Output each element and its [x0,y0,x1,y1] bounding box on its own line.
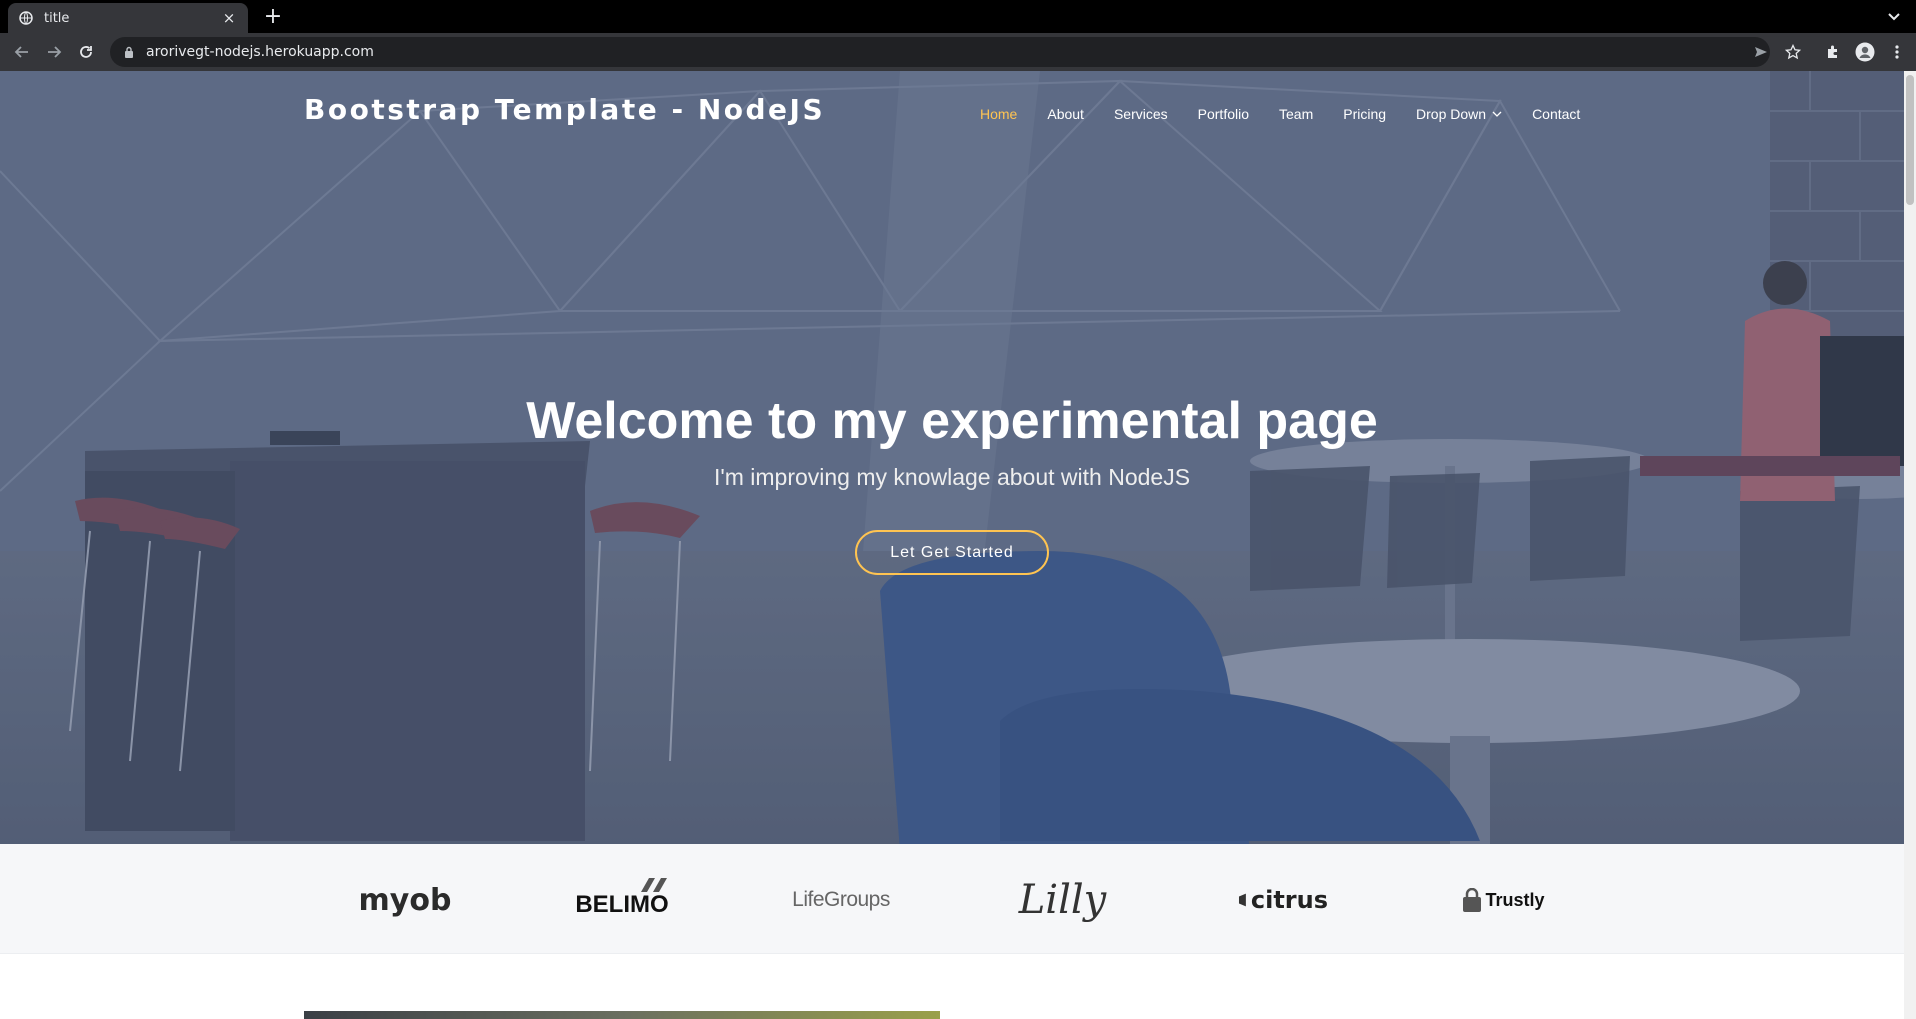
tab-title: title [44,10,70,26]
back-icon[interactable] [10,40,34,64]
client-name: BELIMO [575,891,669,918]
get-started-button[interactable]: Let Get Started [855,530,1049,575]
client-logo-lilly[interactable]: Lilly [1015,872,1110,928]
nav-about[interactable]: About [1047,106,1084,122]
nav-portfolio[interactable]: Portfolio [1198,106,1249,122]
browser-tab[interactable]: title × [8,3,248,33]
site-logo[interactable]: Bootstrap Template - NodeJS [304,93,825,126]
main-nav: Home About Services Portfolio Team Prici… [980,103,1580,125]
close-tab-icon[interactable]: × [220,9,238,27]
nav-contact[interactable]: Contact [1532,106,1580,122]
hero-color-overlay [0,71,1904,844]
globe-icon [18,10,34,26]
profile-avatar-icon[interactable] [1854,41,1876,63]
scrollbar-thumb[interactable] [1906,75,1914,205]
client-logo-trustly[interactable]: Trustly [1456,872,1550,928]
hero-section: Bootstrap Template - NodeJS Home About S… [0,71,1904,844]
lock-icon[interactable] [122,45,136,59]
page-scrollbar[interactable] [1904,71,1916,1019]
client-name: myob [358,882,452,918]
client-logo-belimo[interactable]: BELIMO [575,872,669,928]
client-name: Lilly [1018,877,1107,923]
nav-home[interactable]: Home [980,106,1017,122]
browser-tab-bar: title × + [0,0,1916,33]
nav-dropdown-label: Drop Down [1416,106,1487,122]
chevron-down-icon[interactable] [1884,6,1904,26]
more-menu-icon[interactable] [1886,41,1908,63]
hero-subtitle: I'm improving my knowlage about with Nod… [713,464,1191,490]
client-logo-citrus[interactable]: citrus [1238,872,1328,928]
address-bar[interactable]: arorivegt-nodejs.herokuapp.com [110,37,1770,67]
new-tab-button[interactable]: + [260,4,286,30]
about-section-image [304,1011,940,1019]
nav-dropdown[interactable]: Drop Down [1416,106,1502,122]
client-name: citrus [1250,886,1328,914]
client-name: LifeGroups [792,888,890,911]
reload-icon[interactable] [74,40,98,64]
client-logo-lifegroups[interactable]: LifeGroups [792,872,890,928]
client-logo-myob[interactable]: myob [358,872,452,928]
chevron-down-icon [1492,109,1502,119]
url-text: arorivegt-nodejs.herokuapp.com [146,44,374,60]
client-name: Trustly [1485,889,1545,910]
nav-pricing[interactable]: Pricing [1343,106,1386,122]
extensions-icon[interactable] [1822,41,1844,63]
citrus-mark-icon [1238,893,1246,907]
nav-services[interactable]: Services [1114,106,1168,122]
hero-title: Welcome to my experimental page [526,392,1378,450]
trustly-lock-icon [1463,888,1482,912]
send-icon[interactable] [1750,41,1772,63]
page-viewport: Bootstrap Template - NodeJS Home About S… [0,71,1916,1019]
clients-section: myob BELIMO LifeGroups Lilly citrus Trus… [0,844,1904,954]
browser-toolbar: arorivegt-nodejs.herokuapp.com [0,33,1916,71]
star-icon[interactable] [1782,41,1804,63]
forward-icon[interactable] [42,40,66,64]
belimo-mark-icon [641,878,667,892]
nav-team[interactable]: Team [1279,106,1313,122]
